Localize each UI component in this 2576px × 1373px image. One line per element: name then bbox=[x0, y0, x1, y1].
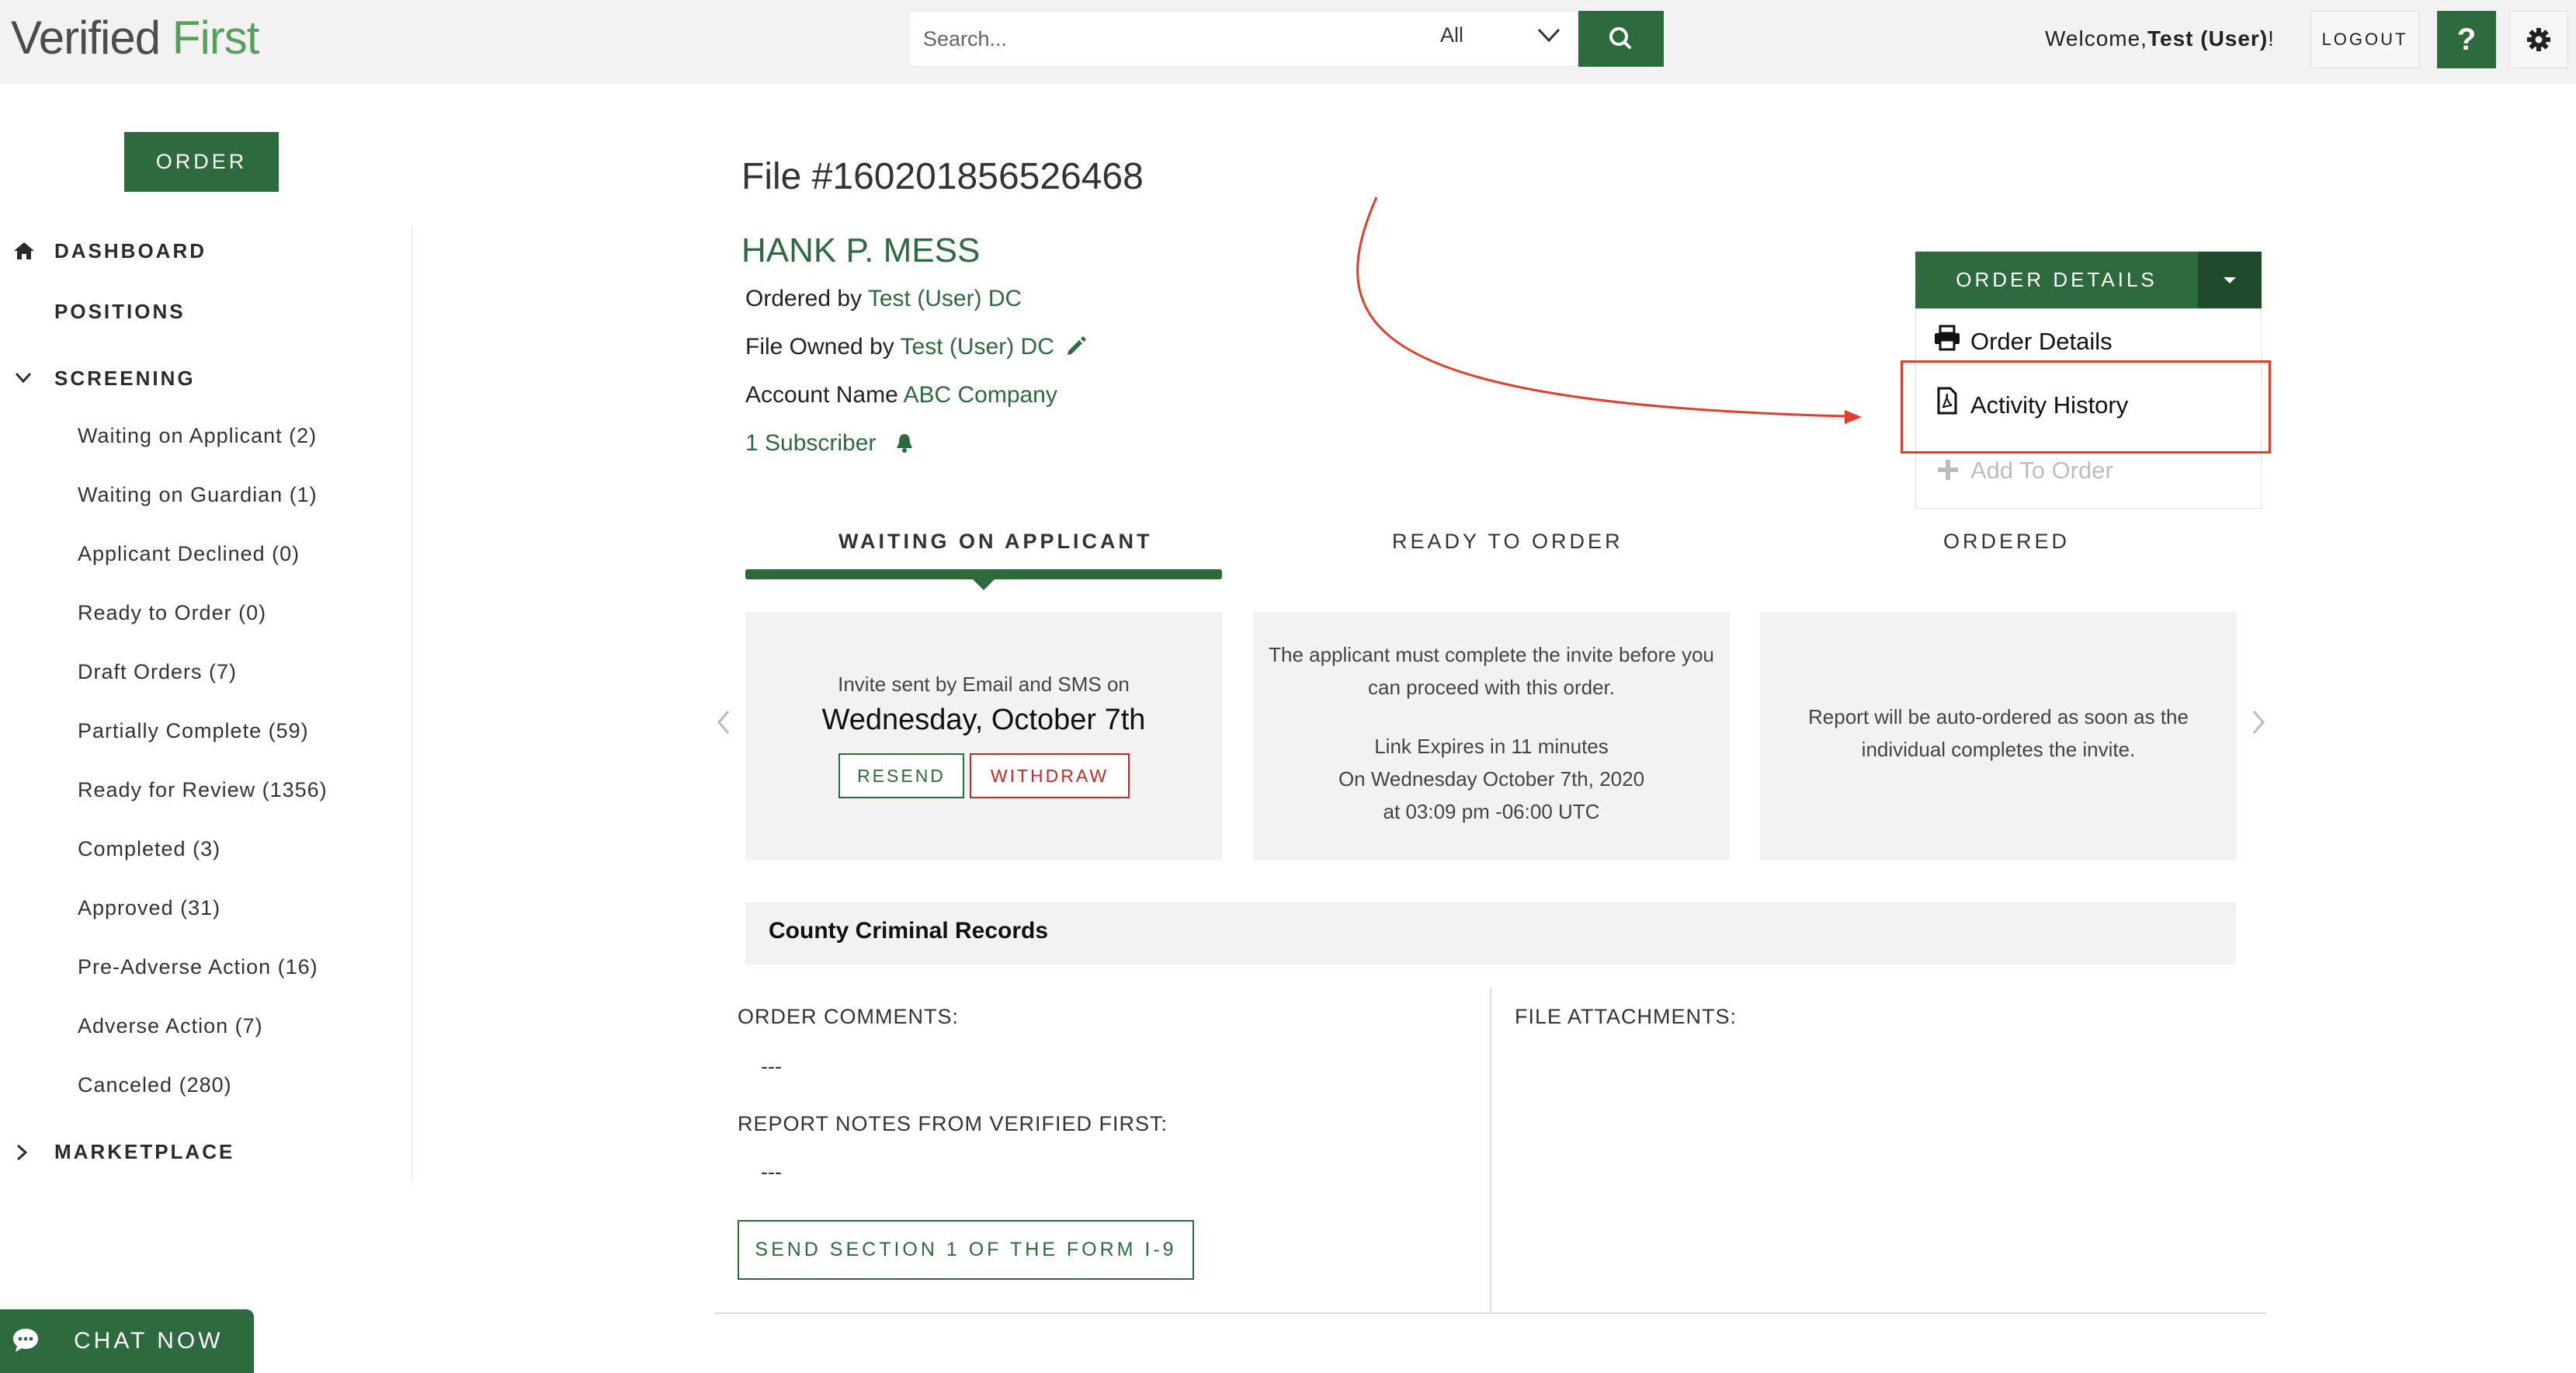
ready-card-line: can proceed with this order. bbox=[1368, 676, 1615, 699]
stage-progress-caret bbox=[971, 578, 996, 590]
invite-sent-text: Invite sent by Email and SMS on bbox=[838, 673, 1130, 696]
withdraw-button[interactable]: WITHDRAW bbox=[970, 753, 1130, 798]
chat-now-button[interactable]: CHAT NOW bbox=[0, 1309, 254, 1373]
sidebar-item-adverse-action[interactable]: Adverse Action (7) bbox=[78, 1014, 263, 1038]
chat-bubble-icon bbox=[13, 1329, 38, 1352]
sidebar-item-waiting-on-applicant[interactable]: Waiting on Applicant (2) bbox=[78, 424, 317, 448]
ready-card-date: On Wednesday October 7th, 2020 bbox=[1338, 767, 1645, 791]
order-comments-value: --- bbox=[761, 1055, 782, 1078]
page-title: File #160201856526468 bbox=[741, 156, 1144, 197]
bell-icon[interactable] bbox=[893, 432, 916, 455]
section-title: County Criminal Records bbox=[769, 918, 1049, 944]
top-header: Verified First All Welcome,Test (User)! … bbox=[0, 0, 2576, 84]
chevron-right-icon[interactable] bbox=[2249, 707, 2268, 738]
chevron-right-icon[interactable] bbox=[12, 1142, 31, 1163]
stage-label-ready-to-order[interactable]: READY TO ORDER bbox=[1392, 530, 1623, 554]
stage-label-ordered[interactable]: ORDERED bbox=[1943, 530, 2070, 554]
sidebar-item-marketplace[interactable]: MARKETPLACE bbox=[54, 1140, 234, 1164]
order-comments-label: ORDER COMMENTS: bbox=[738, 1005, 959, 1028]
sidebar-item-draft-orders[interactable]: Draft Orders (7) bbox=[78, 660, 237, 684]
logout-button[interactable]: LOGOUT bbox=[2310, 11, 2419, 68]
welcome-message: Welcome,Test (User)! bbox=[2045, 26, 2275, 50]
stage-label-waiting-on-applicant[interactable]: WAITING ON APPLICANT bbox=[838, 530, 1153, 554]
file-owned-by-row: File Owned by Test (User) DC bbox=[745, 334, 1054, 360]
print-icon bbox=[1935, 325, 1960, 351]
search-box bbox=[908, 11, 1578, 67]
search-icon bbox=[1609, 27, 1631, 49]
help-button[interactable]: ? bbox=[2437, 11, 2496, 68]
order-details-dropdown-toggle[interactable] bbox=[2198, 252, 2262, 308]
ordered-card: Report will be auto-ordered as soon as t… bbox=[1760, 612, 2237, 860]
settings-button[interactable] bbox=[2509, 11, 2568, 68]
home-icon bbox=[14, 242, 34, 259]
applicant-name: HANK P. MESS bbox=[741, 231, 981, 269]
pencil-edit-icon[interactable] bbox=[1064, 334, 1088, 359]
search-filter-select[interactable]: All bbox=[1440, 23, 1463, 47]
order-details-button[interactable]: ORDER DETAILS bbox=[1915, 252, 2198, 308]
sidebar-item-screening[interactable]: SCREENING bbox=[54, 367, 196, 391]
chevron-down-icon[interactable] bbox=[1536, 23, 1562, 47]
ordered-by-row: Ordered by Test (User) DC bbox=[745, 286, 1022, 311]
order-button[interactable]: ORDER bbox=[124, 132, 279, 192]
sidebar-item-ready-for-review[interactable]: Ready for Review (1356) bbox=[78, 778, 328, 802]
sidebar-item-approved[interactable]: Approved (31) bbox=[78, 896, 220, 920]
chevron-left-icon[interactable] bbox=[714, 707, 733, 738]
gear-icon bbox=[2527, 28, 2550, 51]
sidebar-item-canceled[interactable]: Canceled (280) bbox=[78, 1073, 232, 1097]
ready-to-order-card: The applicant must complete the invite b… bbox=[1253, 612, 1730, 860]
verified-first-logo[interactable]: Verified First bbox=[11, 11, 259, 64]
search-input[interactable] bbox=[922, 21, 1356, 57]
section-divider bbox=[714, 1312, 2266, 1314]
menu-item-order-details[interactable]: Order Details bbox=[1970, 328, 2113, 356]
waiting-on-applicant-card: Invite sent by Email and SMS on Wednesda… bbox=[745, 612, 1222, 860]
county-criminal-records-section[interactable]: County Criminal Records bbox=[745, 902, 2236, 965]
send-i9-form-button[interactable]: SEND SECTION 1 OF THE FORM I-9 bbox=[738, 1220, 1194, 1280]
report-notes-label: REPORT NOTES FROM VERIFIED FIRST: bbox=[738, 1112, 1168, 1135]
ready-card-time: at 03:09 pm -06:00 UTC bbox=[1383, 800, 1600, 823]
caret-down-icon bbox=[2224, 276, 2236, 283]
link-expires-text: Link Expires in 11 minutes bbox=[1374, 735, 1609, 758]
annotation-highlight-box bbox=[1901, 360, 2271, 454]
sidebar-item-pre-adverse-action[interactable]: Pre-Adverse Action (16) bbox=[78, 955, 318, 979]
invite-date: Wednesday, October 7th bbox=[821, 704, 1146, 736]
account-name-row: Account Name ABC Company bbox=[745, 382, 1057, 408]
ordered-card-line: individual completes the invite. bbox=[1861, 738, 2136, 761]
sidebar-item-partially-complete[interactable]: Partially Complete (59) bbox=[78, 719, 309, 743]
sidebar-item-positions[interactable]: POSITIONS bbox=[54, 300, 186, 324]
sidebar-item-applicant-declined[interactable]: Applicant Declined (0) bbox=[78, 542, 300, 566]
plus-icon bbox=[1938, 460, 1958, 480]
file-attachments-label: FILE ATTACHMENTS: bbox=[1515, 1005, 1738, 1028]
subscriber-link[interactable]: 1 Subscriber bbox=[745, 430, 876, 456]
account-name-link[interactable]: ABC Company bbox=[903, 382, 1057, 408]
sidebar-item-completed[interactable]: Completed (3) bbox=[78, 837, 220, 861]
subscriber-row: 1 Subscriber bbox=[745, 430, 876, 457]
ready-card-line: The applicant must complete the invite b… bbox=[1269, 643, 1714, 666]
column-divider bbox=[1490, 988, 1491, 1312]
menu-item-add-to-order: Add To Order bbox=[1970, 457, 2113, 484]
ordered-card-line: Report will be auto-ordered as soon as t… bbox=[1808, 705, 2189, 728]
search-button[interactable] bbox=[1578, 11, 1664, 67]
sidebar-item-waiting-on-guardian[interactable]: Waiting on Guardian (1) bbox=[78, 483, 318, 507]
ordered-by-link[interactable]: Test (User) DC bbox=[868, 286, 1022, 311]
report-notes-value: --- bbox=[761, 1160, 782, 1184]
owned-by-link[interactable]: Test (User) DC bbox=[901, 334, 1054, 360]
sidebar-item-dashboard[interactable]: DASHBOARD bbox=[54, 239, 207, 263]
chevron-down-icon[interactable] bbox=[12, 368, 34, 387]
sidebar-divider bbox=[411, 225, 413, 1182]
resend-button[interactable]: RESEND bbox=[838, 753, 964, 798]
sidebar-item-ready-to-order[interactable]: Ready to Order (0) bbox=[78, 601, 266, 625]
